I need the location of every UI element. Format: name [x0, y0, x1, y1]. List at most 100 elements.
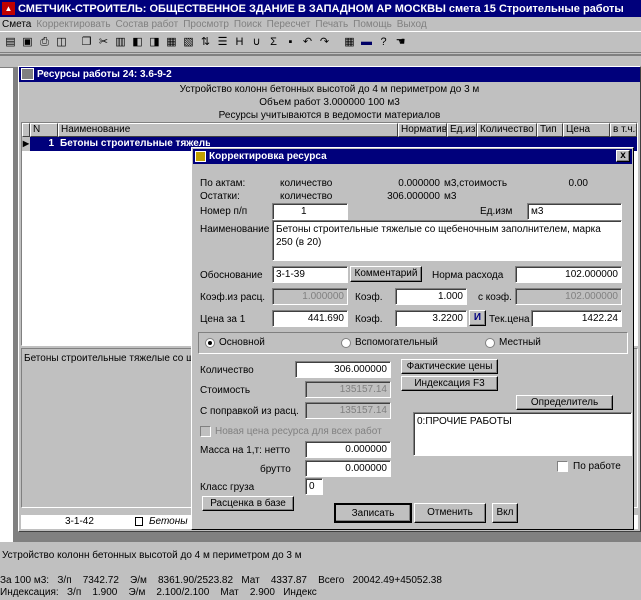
cancel-button[interactable]: Отменить	[414, 503, 486, 523]
dialog-title-bar: Корректировка ресурса x	[193, 149, 632, 164]
by-acts-qty: 0.000000	[398, 178, 440, 189]
col-header-unit[interactable]: Ед.из	[447, 123, 477, 137]
corr-label: С поправкой из расц.	[200, 406, 299, 417]
by-acts-cost: 0.00	[568, 178, 588, 189]
col-header-qty[interactable]: Количество	[477, 123, 537, 137]
col-header-name[interactable]: Наименование	[58, 123, 398, 137]
menu-item-composition[interactable]: Состав работ	[116, 19, 184, 30]
cur-price-field[interactable]: 1422.24	[531, 310, 622, 327]
filter-icon[interactable]: ☰	[215, 35, 230, 50]
by-work-label[interactable]: По работе	[573, 461, 621, 472]
dialog-title: Корректировка ресурса	[209, 151, 327, 162]
replace-icon[interactable]: ◨	[147, 35, 162, 50]
sigma-icon[interactable]: Σ	[266, 35, 281, 50]
radio-main[interactable]	[205, 338, 215, 348]
by-acts-label: По актам:	[200, 178, 246, 189]
calc-icon[interactable]: ▦	[164, 35, 179, 50]
norm-field[interactable]: 102.000000	[515, 266, 622, 283]
mass-net-field[interactable]: 0.000000	[305, 441, 391, 458]
work-volume: Объем работ 3.000000 100 м3	[259, 97, 400, 108]
col-header-n[interactable]: N	[30, 123, 58, 137]
disk-icon[interactable]: ▪	[283, 35, 298, 50]
menu-item-view[interactable]: Просмотр	[183, 19, 234, 30]
basis-field[interactable]: 3-1-39	[272, 266, 348, 283]
col-header-salary[interactable]: в т.ч.з	[610, 123, 637, 137]
h-icon[interactable]: H	[232, 35, 247, 50]
grid-icon[interactable]: ▦	[342, 35, 357, 50]
comment-button[interactable]: Комментарий	[350, 266, 422, 282]
incl-button[interactable]: Вкл	[492, 503, 518, 523]
name-label: Наименование	[200, 224, 270, 235]
union-icon[interactable]: ∪	[249, 35, 264, 50]
resource-type-group: Основной Вспомогательный Местный	[198, 332, 628, 354]
dialog-icon	[195, 151, 206, 162]
with-coef-field: 102.000000	[515, 288, 622, 305]
new-price-checkbox	[200, 426, 211, 437]
rest-qty: 306.000000	[387, 191, 440, 202]
open-icon[interactable]: ▤	[3, 35, 18, 50]
coef2-field[interactable]: 3.2200	[395, 310, 467, 327]
rest-unit: м3	[444, 191, 457, 202]
sort-icon[interactable]: ⇅	[198, 35, 213, 50]
copy-icon[interactable]: ❐	[79, 35, 94, 50]
save-button[interactable]: Записать	[334, 503, 412, 523]
cargo-class-field[interactable]: 0	[305, 478, 323, 495]
help-icon[interactable]: ?	[376, 35, 391, 50]
mass-gross-field[interactable]: 0.000000	[305, 460, 391, 477]
pointer-icon[interactable]: ☚	[393, 35, 408, 50]
save-icon[interactable]: ▣	[20, 35, 35, 50]
resources-window-title-bar: Ресурсы работы 24: 3.6-9-2	[19, 67, 640, 82]
redo-icon[interactable]: ↷	[317, 35, 332, 50]
base-price-button[interactable]: Расценка в базе	[202, 496, 294, 511]
row-name: Бетоны строительные тяжелые со щебеночны…	[60, 138, 210, 149]
menu-item-recalc[interactable]: Пересчет	[267, 19, 316, 30]
print-icon[interactable]: ⎙	[37, 35, 52, 50]
undo-icon[interactable]: ↶	[300, 35, 315, 50]
by-work-checkbox[interactable]	[557, 461, 568, 472]
num-label: Номер п/п	[200, 206, 248, 217]
unit-label: Ед.изм	[480, 206, 513, 217]
radio-local-label[interactable]: Местный	[499, 337, 541, 348]
menu-item-smeta[interactable]: Смета	[2, 19, 36, 30]
radio-aux[interactable]	[341, 338, 351, 348]
menu-item-exit[interactable]: Выход	[397, 19, 432, 30]
fact-prices-button[interactable]: Фактические цены	[401, 359, 498, 374]
radio-aux-label[interactable]: Вспомогательный	[355, 337, 438, 348]
col-header-type[interactable]: Тип	[537, 123, 563, 137]
row-code: 3-1-42	[65, 516, 94, 527]
menu-item-help[interactable]: Помощь	[353, 19, 397, 30]
indexation-button[interactable]: Индексация F3	[401, 376, 498, 391]
with-coef-label: с коэф.	[478, 292, 512, 303]
coef-calc-label: Коэф.из расц.	[200, 292, 266, 303]
coef-label: Коэф.	[355, 292, 383, 303]
radio-local[interactable]	[485, 338, 495, 348]
table-icon[interactable]: ▧	[181, 35, 196, 50]
find-icon[interactable]: ◧	[130, 35, 145, 50]
preview-icon[interactable]: ◫	[54, 35, 69, 50]
coef-field[interactable]: 1.000	[395, 288, 467, 305]
num-field[interactable]: 1	[272, 203, 348, 220]
cut-icon[interactable]: ✂	[96, 35, 111, 50]
checkbox-icon[interactable]	[135, 517, 143, 526]
price-label: Цена за 1	[200, 314, 246, 325]
close-icon[interactable]: x	[616, 150, 630, 162]
determinant-button[interactable]: Определитель	[516, 395, 613, 410]
menu-item-correct[interactable]: Корректировать	[36, 19, 115, 30]
name-field[interactable]: Бетоны строительные тяжелые со щебеночны…	[272, 220, 622, 261]
new-price-label: Новая цена ресурса для всех работ	[215, 426, 382, 437]
determinant-field[interactable]: 0:ПРОЧИЕ РАБОТЫ	[413, 412, 632, 456]
toolbar: ▤ ▣ ⎙ ◫ ❐ ✂ ▥ ◧ ◨ ▦ ▧ ⇅ ☰ H ∪ Σ ▪ ↶ ↷ ▦ …	[0, 31, 641, 53]
unit-field[interactable]: м3	[527, 203, 622, 220]
paste-icon[interactable]: ▥	[113, 35, 128, 50]
menu-item-print[interactable]: Печать	[315, 19, 353, 30]
menu-item-search[interactable]: Поиск	[234, 19, 267, 30]
col-header-norm[interactable]: Норматив	[398, 123, 447, 137]
radio-main-label[interactable]: Основной	[219, 337, 265, 348]
col-header-price[interactable]: Цена	[563, 123, 610, 137]
rest-label: Остатки:	[200, 191, 240, 202]
index-i-button[interactable]: И	[469, 310, 486, 326]
price-field[interactable]: 441.690	[272, 310, 348, 327]
qty-field[interactable]: 306.000000	[295, 361, 391, 378]
app-title: СМЕТЧИК-СТРОИТЕЛЬ: ОБЩЕСТВЕННОЕ ЗДАНИЕ В…	[18, 2, 624, 15]
chart-icon[interactable]: ▬	[359, 35, 374, 50]
